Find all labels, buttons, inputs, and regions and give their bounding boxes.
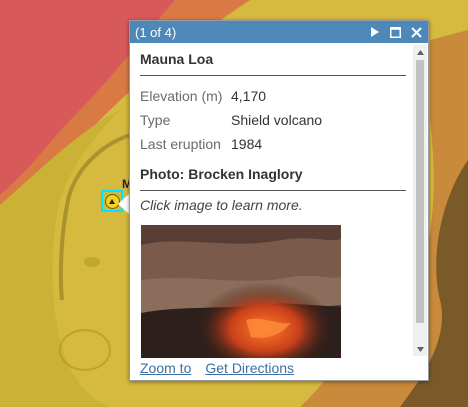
popup-content: Mauna Loa Elevation (m) 4,170 Type Shiel… — [140, 51, 406, 213]
popup-title: (1 of 4) — [135, 24, 177, 40]
scroll-down-icon[interactable] — [413, 342, 427, 356]
volcano-photo[interactable] — [141, 225, 341, 358]
get-directions-link[interactable]: Get Directions — [205, 360, 294, 376]
cone — [84, 257, 100, 267]
attribute-row: Last eruption 1984 — [140, 132, 406, 156]
attribute-value: Shield volcano — [231, 112, 323, 128]
play-icon[interactable] — [368, 26, 380, 38]
popup-scrollbar[interactable] — [413, 45, 427, 356]
zoom-to-link[interactable]: Zoom to — [140, 360, 191, 376]
scroll-thumb[interactable] — [416, 60, 424, 323]
attribute-row: Type Shield volcano — [140, 108, 406, 132]
popup-actions: Zoom to Get Directions — [140, 360, 294, 376]
attribute-key: Last eruption — [140, 136, 221, 152]
feature-popup: (1 of 4) Mauna Loa Elevation (m) 4,170 T… — [129, 20, 429, 381]
feature-name: Mauna Loa — [140, 51, 406, 76]
photo-caption: Click image to learn more. — [140, 197, 303, 213]
scroll-up-icon[interactable] — [413, 45, 427, 59]
attribute-value: 4,170 — [231, 88, 267, 104]
attribute-key: Type — [140, 112, 171, 128]
attribute-key: Elevation (m) — [140, 88, 223, 104]
attribute-value: 1984 — [231, 136, 263, 152]
photo-heading: Photo: Brocken Inaglory — [140, 166, 406, 191]
maximize-icon[interactable] — [389, 26, 401, 38]
popup-titlebar: (1 of 4) — [130, 21, 428, 43]
attribute-table: Elevation (m) 4,170 Type Shield volcano … — [140, 84, 406, 156]
close-icon[interactable] — [410, 26, 422, 38]
attribute-row: Elevation (m) 4,170 — [140, 84, 406, 108]
